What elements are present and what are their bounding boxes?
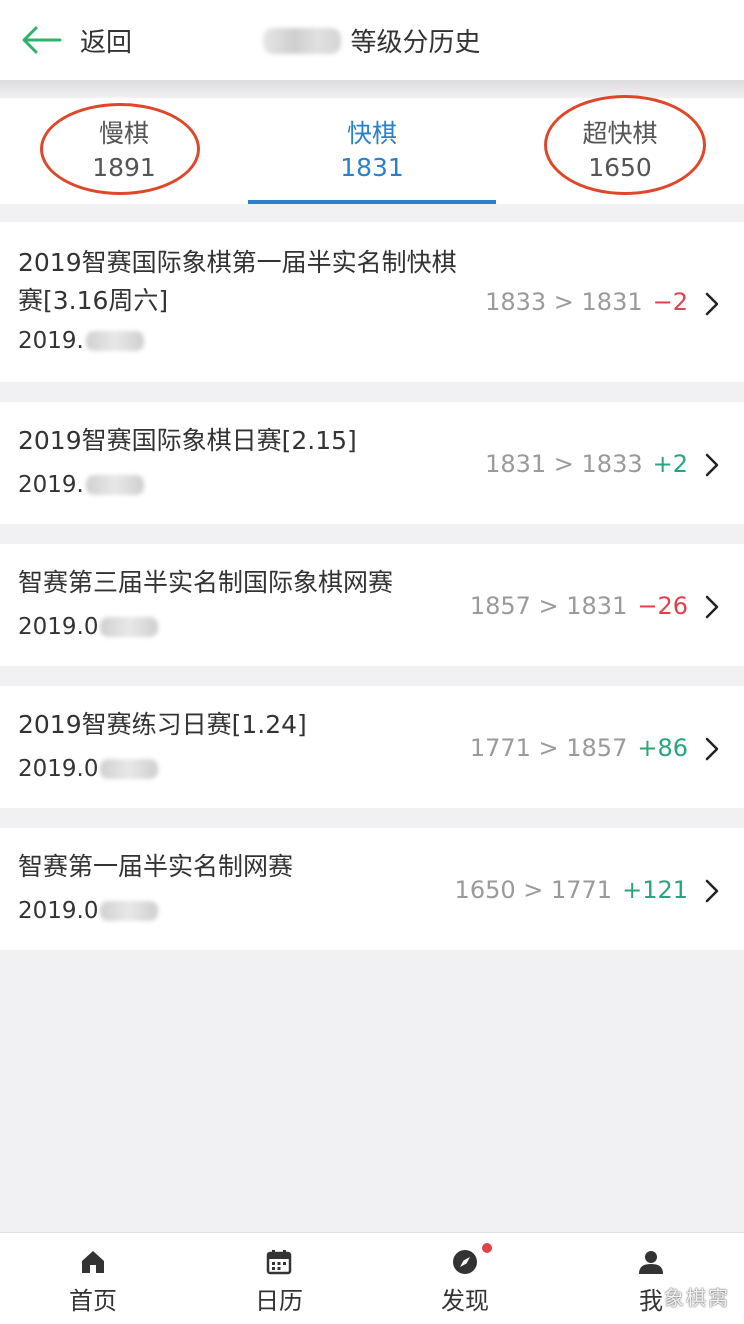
header-shadow bbox=[0, 80, 744, 98]
page-title-text: 等级分历史 bbox=[350, 28, 481, 58]
tournament-name: 2019智赛国际象棋第一届半实名制快棋赛[3.16周六] bbox=[18, 248, 457, 315]
nav-calendar[interactable]: 日历 bbox=[186, 1233, 372, 1324]
rating-range: 1857 > 1831 bbox=[469, 592, 628, 620]
redacted-username bbox=[263, 27, 342, 54]
tournament-name: 智赛第三届半实名制国际象棋网赛 bbox=[18, 568, 394, 597]
rating-delta: +86 bbox=[637, 734, 688, 762]
chevron-right-icon bbox=[705, 292, 719, 316]
tournament-name: 智赛第一届半实名制网赛 bbox=[18, 852, 294, 881]
rating-range: 1831 > 1833 bbox=[485, 450, 643, 478]
nav-label: 首页 bbox=[69, 1287, 117, 1315]
calendar-icon bbox=[266, 1250, 292, 1275]
history-item[interactable]: 智赛第一届半实名制网赛 2019.0 1650 > 1771 +121 bbox=[0, 828, 744, 950]
date-text: 2019. bbox=[18, 328, 84, 354]
compass-icon bbox=[453, 1250, 477, 1274]
tab-label: 超快棋 bbox=[582, 119, 658, 148]
rating-range: 1771 > 1857 bbox=[469, 734, 628, 762]
rating-delta: +2 bbox=[652, 450, 688, 478]
history-item[interactable]: 2019智赛国际象棋日赛[2.15] 2019. 1831 > 1833 +2 bbox=[0, 402, 744, 524]
rating-range: 1833 > 1831 bbox=[485, 288, 643, 316]
top-bar: 返回 等级分历史 bbox=[0, 0, 744, 80]
date-text: 2019.0 bbox=[18, 756, 99, 782]
redacted-date bbox=[85, 475, 144, 495]
rating-tabs: 慢棋 1891 快棋 1831 超快棋 1650 bbox=[0, 98, 744, 204]
redacted-date bbox=[100, 617, 159, 637]
rating-change: 1771 > 1857 +86 bbox=[470, 734, 688, 762]
user-icon bbox=[639, 1251, 663, 1274]
tournament-name: 2019智赛练习日赛[1.24] bbox=[18, 710, 307, 739]
date-text: 2019.0 bbox=[18, 898, 99, 924]
rating-change: 1831 > 1833 +2 bbox=[485, 450, 688, 478]
chevron-right-icon bbox=[705, 453, 719, 477]
rating-delta: −2 bbox=[652, 288, 688, 316]
chevron-right-icon bbox=[705, 737, 719, 761]
rating-change: 1857 > 1831 −26 bbox=[470, 592, 688, 620]
redacted-date bbox=[100, 759, 159, 779]
chevron-right-icon bbox=[705, 595, 719, 619]
nav-label: 我 bbox=[639, 1287, 663, 1315]
tab-label: 快棋 bbox=[346, 119, 397, 148]
rating-delta: +121 bbox=[622, 876, 688, 904]
nav-label: 发现 bbox=[441, 1287, 489, 1315]
tab-slow[interactable]: 慢棋 1891 bbox=[0, 98, 248, 204]
tab-rating: 1831 bbox=[340, 153, 404, 182]
tournament-date: 2019.0 bbox=[18, 756, 159, 782]
tab-rapid[interactable]: 快棋 1831 bbox=[248, 98, 496, 204]
rating-delta: −26 bbox=[637, 592, 688, 620]
chevron-right-icon bbox=[705, 879, 719, 903]
rating-change: 1650 > 1771 +121 bbox=[455, 876, 688, 904]
history-item[interactable]: 2019智赛练习日赛[1.24] 2019.0 1771 > 1857 +86 bbox=[0, 686, 744, 808]
tournament-name: 2019智赛国际象棋日赛[2.15] bbox=[18, 426, 357, 455]
rating-change: 1833 > 1831 −2 bbox=[485, 288, 688, 316]
tournament-date: 2019. bbox=[18, 328, 144, 354]
history-item[interactable]: 2019智赛国际象棋第一届半实名制快棋赛[3.16周六] 2019. 1833 … bbox=[0, 222, 744, 382]
tournament-date: 2019. bbox=[18, 472, 144, 498]
nav-discover[interactable]: 发现 bbox=[372, 1233, 558, 1324]
redacted-date bbox=[85, 331, 144, 351]
nav-label: 日历 bbox=[255, 1287, 303, 1315]
redacted-date bbox=[100, 901, 159, 921]
history-item[interactable]: 智赛第三届半实名制国际象棋网赛 2019.0 1857 > 1831 −26 bbox=[0, 544, 744, 666]
tab-rating: 1650 bbox=[588, 153, 652, 182]
tab-label: 慢棋 bbox=[98, 119, 149, 148]
date-text: 2019. bbox=[18, 472, 84, 498]
tab-blitz[interactable]: 超快棋 1650 bbox=[496, 98, 744, 204]
home-icon bbox=[82, 1251, 104, 1273]
tab-rating: 1891 bbox=[92, 153, 156, 182]
nav-home[interactable]: 首页 bbox=[0, 1233, 186, 1324]
tournament-date: 2019.0 bbox=[18, 614, 159, 640]
page-title: 等级分历史 bbox=[0, 22, 744, 59]
bottom-nav: 首页 日历 发现 我 bbox=[0, 1232, 744, 1324]
notification-badge bbox=[482, 1243, 492, 1253]
rating-range: 1650 > 1771 bbox=[454, 876, 613, 904]
date-text: 2019.0 bbox=[18, 614, 99, 640]
watermark: 象棋窝 bbox=[664, 1286, 730, 1310]
tournament-date: 2019.0 bbox=[18, 898, 159, 924]
history-list: 2019智赛国际象棋第一届半实名制快棋赛[3.16周六] 2019. 1833 … bbox=[0, 222, 744, 950]
